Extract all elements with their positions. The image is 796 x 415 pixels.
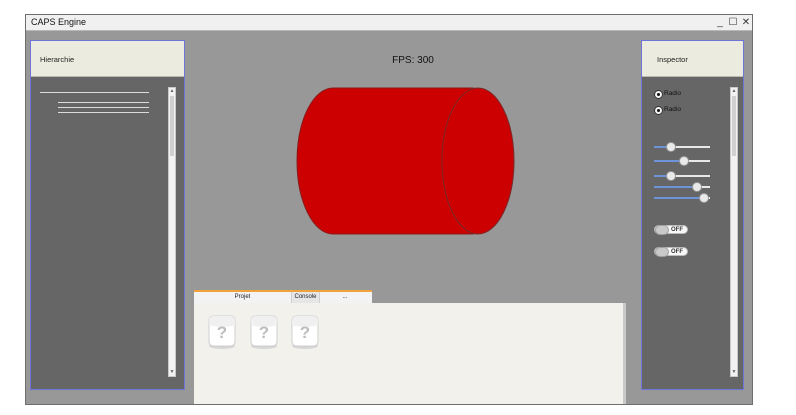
scroll-down-icon[interactable]: ▼: [169, 369, 175, 376]
slider[interactable]: [654, 142, 710, 152]
hierarchy-title: Hierarchie: [40, 55, 75, 64]
asset-browser: ? ? ?: [194, 303, 626, 404]
project-panel: Projet Console ... ? ? ?: [194, 290, 626, 404]
radio-button[interactable]: [654, 106, 663, 115]
radio-label: Radio: [664, 90, 681, 97]
slider-knob[interactable]: [679, 156, 690, 166]
tree-item[interactable]: [58, 112, 149, 113]
tree-item[interactable]: [40, 92, 149, 93]
svg-text:?: ?: [300, 323, 310, 342]
slider-knob[interactable]: [691, 182, 702, 192]
tree-item[interactable]: [58, 102, 149, 103]
radio-button[interactable]: [654, 90, 663, 99]
slider[interactable]: [654, 193, 710, 203]
toggle-knob: [655, 247, 669, 257]
toggle-label: OFF: [671, 227, 683, 233]
hierarchy-header: Hierarchie: [31, 41, 184, 77]
tree-item[interactable]: [58, 107, 149, 108]
svg-text:?: ?: [217, 323, 227, 342]
slider[interactable]: [654, 182, 710, 192]
app-window: CAPS Engine _ ☐ ✕ Hierarchie ▲ ▼ FPS: 30…: [25, 14, 753, 405]
toggle-knob: [655, 225, 669, 235]
inspector-header: Inspector: [642, 41, 743, 77]
tab-projet[interactable]: Projet: [194, 292, 292, 303]
tab-console[interactable]: Console: [292, 292, 320, 303]
toggle-switch[interactable]: OFF: [654, 247, 688, 257]
radio-label: Radio: [664, 106, 681, 113]
unknown-file-icon[interactable]: ?: [206, 313, 238, 351]
minimize-button[interactable]: _: [714, 16, 726, 29]
scroll-down-icon[interactable]: ▼: [731, 369, 737, 376]
scene-viewport[interactable]: FPS: 300: [186, 31, 640, 289]
slider-knob[interactable]: [665, 142, 676, 152]
title-bar[interactable]: CAPS Engine _ ☐ ✕: [26, 15, 752, 31]
close-button[interactable]: ✕: [740, 16, 752, 29]
maximize-button[interactable]: ☐: [727, 16, 739, 29]
slider[interactable]: [654, 156, 710, 166]
svg-text:?: ?: [259, 323, 269, 342]
slider-knob[interactable]: [698, 193, 709, 203]
slider-knob[interactable]: [665, 171, 676, 181]
scroll-thumb[interactable]: [170, 96, 174, 156]
inspector-scrollbar[interactable]: ▲ ▼: [730, 87, 738, 377]
unknown-file-icon[interactable]: ?: [289, 313, 321, 351]
scroll-thumb[interactable]: [732, 96, 736, 156]
inspector-title: Inspector: [657, 55, 688, 64]
window-title: CAPS Engine: [31, 17, 87, 27]
hierarchy-scrollbar[interactable]: ▲ ▼: [168, 87, 176, 377]
unknown-file-icon[interactable]: ?: [248, 313, 280, 351]
inspector-panel: Inspector Radio Radio OFF OFF ▲ ▼: [641, 40, 744, 390]
tab-bar: Projet Console ...: [194, 290, 372, 303]
toggle-label: OFF: [671, 249, 683, 255]
cylinder-cap: [441, 87, 515, 235]
scroll-up-icon[interactable]: ▲: [169, 88, 175, 95]
slider[interactable]: [654, 171, 710, 181]
tab-more[interactable]: ...: [320, 292, 370, 303]
toggle-switch[interactable]: OFF: [654, 225, 688, 235]
hierarchy-panel: Hierarchie ▲ ▼: [30, 40, 185, 390]
cylinder-object[interactable]: [186, 31, 640, 289]
scroll-up-icon[interactable]: ▲: [731, 88, 737, 95]
